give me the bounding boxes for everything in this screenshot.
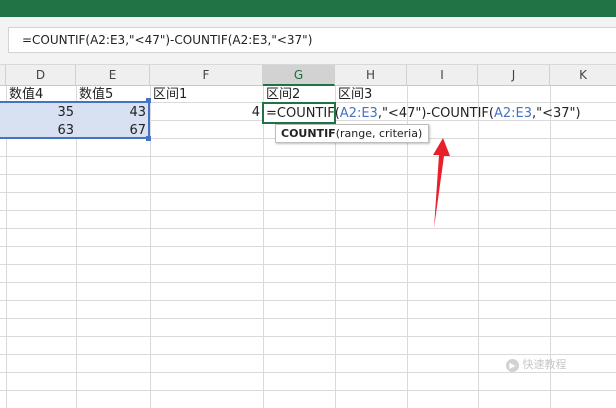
watermark: ▶ 快速教程 <box>506 356 567 372</box>
red-arrow-icon <box>433 138 450 228</box>
play-icon: ▶ <box>506 358 519 372</box>
annotation-overlay <box>433 138 450 228</box>
watermark-text: 快速教程 <box>522 358 567 371</box>
